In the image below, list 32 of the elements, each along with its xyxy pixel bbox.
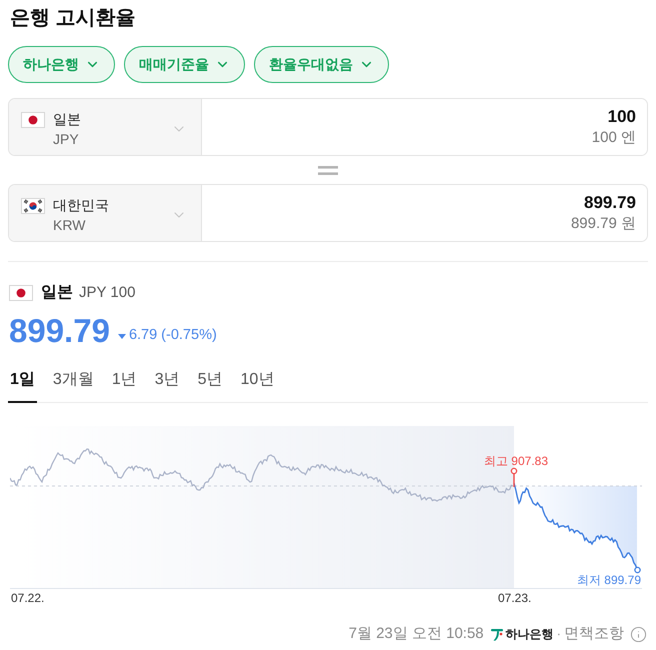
info-icon[interactable] xyxy=(630,626,647,642)
equals-icon xyxy=(318,166,338,174)
amount-field[interactable]: 899.79 xyxy=(584,192,636,214)
date-axis-label: 07.22. xyxy=(11,591,44,605)
period-tab[interactable]: 3개월 xyxy=(50,364,96,403)
period-tab[interactable]: 10년 xyxy=(238,364,276,403)
currency-select[interactable]: 일본 JPY xyxy=(9,99,202,155)
period-tab[interactable]: 5년 xyxy=(196,364,225,403)
period-tab[interactable]: 3년 xyxy=(152,364,182,403)
update-time: 7월 23일 오전 10:58 xyxy=(348,624,484,644)
currency-name: 일본 xyxy=(41,283,73,303)
flag-icon xyxy=(21,112,45,128)
low-point-marker-icon xyxy=(634,566,641,574)
high-point-marker-icon xyxy=(510,468,518,487)
date-axis-label: 07.23. xyxy=(498,591,532,605)
currency-select[interactable]: 대한민국 KRW xyxy=(9,185,202,241)
separator-dot: · xyxy=(556,625,561,644)
period-tab[interactable]: 1일 xyxy=(8,364,37,403)
rate-change: 6.79 (-0.75%) xyxy=(128,326,217,346)
page-title: 은행 고시환율 xyxy=(9,6,136,31)
period-tab[interactable]: 1년 xyxy=(110,364,139,403)
amount-in-words: 100 엔 xyxy=(592,128,636,148)
amount-in-words: 899.79 원 xyxy=(570,214,636,234)
exchange-rate: 899.79 xyxy=(9,312,110,350)
bank-name: 하나은행 xyxy=(506,626,554,643)
currency-unit: JPY 100 xyxy=(79,282,136,303)
high-price-label: 최고 907.83 xyxy=(484,454,548,468)
low-price-label: 최저 899.79 xyxy=(576,573,641,587)
flag-icon xyxy=(9,285,33,301)
bank-logo-icon xyxy=(490,627,504,641)
flag-icon xyxy=(21,198,45,214)
amount-field[interactable]: 100 xyxy=(608,106,636,128)
